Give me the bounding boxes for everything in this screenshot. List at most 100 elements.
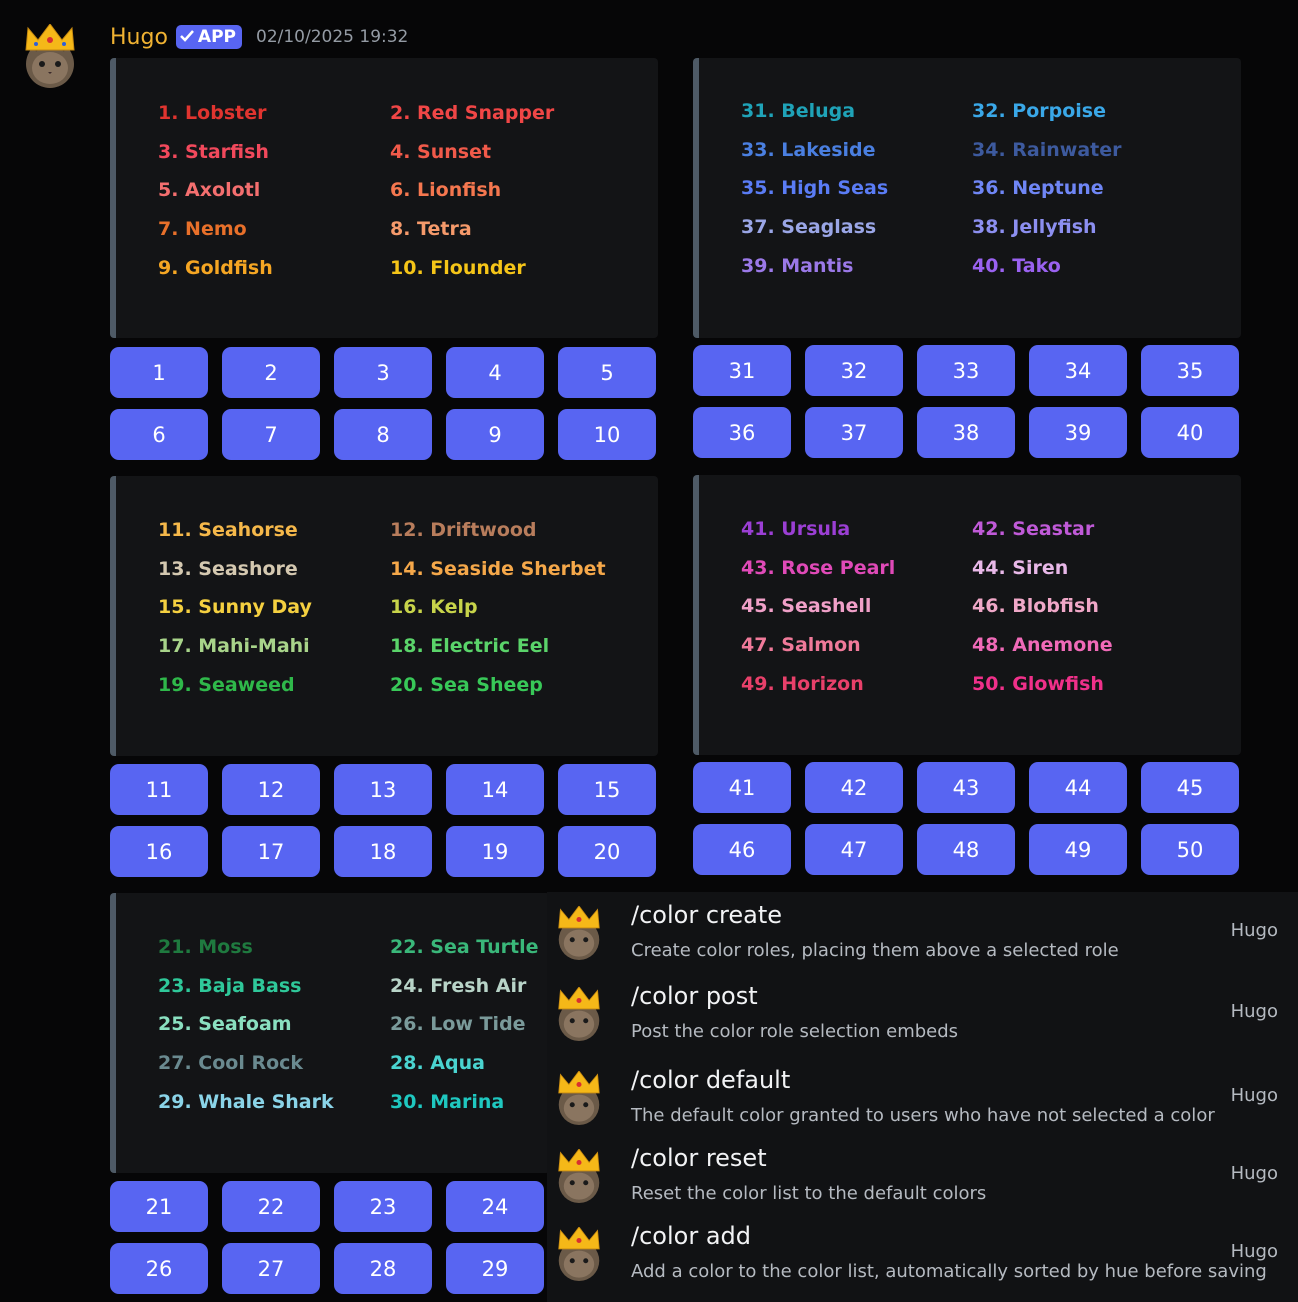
color-select-button[interactable]: 28 <box>334 1243 432 1294</box>
color-list-item: 44. Siren <box>972 556 1069 579</box>
color-select-button[interactable]: 43 <box>917 762 1015 813</box>
color-select-button[interactable]: 50 <box>1141 824 1239 875</box>
color-list-item: 6. Lionfish <box>390 179 502 202</box>
color-list-item: 45. Seashell <box>741 595 872 618</box>
color-select-button[interactable]: 47 <box>805 824 903 875</box>
color-select-button[interactable]: 34 <box>1029 345 1127 396</box>
color-select-button[interactable]: 6 <box>110 409 208 460</box>
color-list-item: 47. Salmon <box>741 634 861 657</box>
command-name: /color post <box>631 982 758 1010</box>
color-select-button[interactable]: 4 <box>446 347 544 398</box>
color-select-button[interactable]: 33 <box>917 345 1015 396</box>
color-select-button[interactable]: 17 <box>222 826 320 877</box>
color-list-item: 12. Driftwood <box>390 519 537 541</box>
color-select-button[interactable]: 44 <box>1029 762 1127 813</box>
color-list-item: 23. Baja Bass <box>158 974 302 997</box>
color-list-item: 38. Jellyfish <box>972 216 1097 239</box>
command-bot-name: Hugo <box>1230 1001 1278 1022</box>
color-select-button[interactable]: 10 <box>558 409 656 460</box>
command-bot-name: Hugo <box>1230 920 1278 941</box>
color-embed: 41. Ursula 42. Seastar 43. Rose Pearl 44. S… <box>693 475 1241 755</box>
color-list-item: 32. Porpoise <box>972 100 1106 122</box>
color-select-button[interactable]: 48 <box>917 824 1015 875</box>
color-list-item: 48. Anemone <box>972 634 1113 657</box>
command-description: Add a color to the color list, automatic… <box>631 1261 1267 1282</box>
color-select-button[interactable]: 2 <box>222 347 320 398</box>
color-select-button[interactable]: 14 <box>446 764 544 815</box>
command-option[interactable]: /color post Post the color role selectio… <box>547 973 1298 1053</box>
color-embed: 21. Moss 22. Sea Turtle 23. Baja Bass 24. F… <box>110 893 550 1173</box>
color-select-button[interactable]: 41 <box>693 762 791 813</box>
color-list-item: 8. Tetra <box>390 218 472 241</box>
command-option[interactable]: /color create Create color roles, placin… <box>547 892 1298 972</box>
color-select-button[interactable]: 19 <box>446 826 544 877</box>
color-list-item: 1. Lobster <box>158 102 267 124</box>
color-select-button[interactable]: 35 <box>1141 345 1239 396</box>
color-select-button[interactable]: 29 <box>446 1243 544 1294</box>
color-list-item: 9. Goldfish <box>158 256 273 279</box>
color-select-button[interactable]: 3 <box>334 347 432 398</box>
color-list-item: 37. Seaglass <box>741 216 877 239</box>
color-list-item: 7. Nemo <box>158 218 247 241</box>
command-description: Post the color role selection embeds <box>631 1021 959 1042</box>
color-select-button[interactable]: 7 <box>222 409 320 460</box>
color-select-button[interactable]: 42 <box>805 762 903 813</box>
color-select-button[interactable]: 12 <box>222 764 320 815</box>
command-bot-name: Hugo <box>1230 1163 1278 1184</box>
color-select-button[interactable]: 11 <box>110 764 208 815</box>
command-option[interactable]: /color default The default color granted… <box>547 1057 1298 1137</box>
app-badge-label: APP <box>197 27 236 47</box>
color-list-item: 50. Glowfish <box>972 672 1104 695</box>
command-autocomplete-popup: /color create Create color roles, placin… <box>547 892 1298 1302</box>
color-list-item: 33. Lakeside <box>741 138 876 161</box>
color-embed: 31. Beluga 32. Porpoise 33. Lakeside 34. Ra… <box>693 58 1241 338</box>
command-option[interactable]: /color reset Reset the color list to the… <box>547 1135 1298 1215</box>
color-select-button[interactable]: 20 <box>558 826 656 877</box>
color-select-button[interactable]: 32 <box>805 345 903 396</box>
command-name: /color reset <box>631 1144 767 1172</box>
color-select-button[interactable]: 39 <box>1029 407 1127 458</box>
color-select-button[interactable]: 27 <box>222 1243 320 1294</box>
color-select-button[interactable]: 5 <box>558 347 656 398</box>
color-select-button[interactable]: 49 <box>1029 824 1127 875</box>
color-select-button[interactable]: 1 <box>110 347 208 398</box>
color-list-item: 43. Rose Pearl <box>741 556 896 579</box>
color-select-button[interactable]: 13 <box>334 764 432 815</box>
color-select-button[interactable]: 40 <box>1141 407 1239 458</box>
command-name: /color create <box>631 901 782 929</box>
color-list-item: 5. Axolotl <box>158 179 261 202</box>
color-select-button[interactable]: 26 <box>110 1243 208 1294</box>
color-select-button[interactable]: 8 <box>334 409 432 460</box>
message-timestamp: 02/10/2025 19:32 <box>256 27 409 47</box>
color-select-button[interactable]: 23 <box>334 1181 432 1232</box>
crowned-cat-avatar-icon <box>555 1148 603 1203</box>
color-list-item: 4. Sunset <box>390 140 492 163</box>
color-select-button[interactable]: 18 <box>334 826 432 877</box>
color-select-button[interactable]: 21 <box>110 1181 208 1232</box>
color-select-button[interactable]: 36 <box>693 407 791 458</box>
color-select-button[interactable]: 37 <box>805 407 903 458</box>
color-list-item: 41. Ursula <box>741 518 851 540</box>
command-option[interactable]: /color add Add a color to the color list… <box>547 1213 1298 1293</box>
color-list-item: 18. Electric Eel <box>390 635 550 658</box>
author-avatar[interactable] <box>22 23 78 88</box>
command-bot-name: Hugo <box>1230 1085 1278 1106</box>
color-list-item: 24. Fresh Air <box>390 974 527 997</box>
color-select-button[interactable]: 45 <box>1141 762 1239 813</box>
message-header: Hugo APP 02/10/2025 19:32 <box>110 20 408 54</box>
color-select-button[interactable]: 46 <box>693 824 791 875</box>
color-list-item: 11. Seahorse <box>158 519 298 541</box>
color-list-item: 39. Mantis <box>741 254 854 277</box>
color-select-button[interactable]: 15 <box>558 764 656 815</box>
command-description: The default color granted to users who h… <box>631 1105 1215 1126</box>
color-select-button[interactable]: 24 <box>446 1181 544 1232</box>
color-select-button[interactable]: 9 <box>446 409 544 460</box>
color-select-button[interactable]: 31 <box>693 345 791 396</box>
color-select-button[interactable]: 38 <box>917 407 1015 458</box>
color-select-button[interactable]: 22 <box>222 1181 320 1232</box>
color-select-button[interactable]: 16 <box>110 826 208 877</box>
color-list-item: 30. Marina <box>390 1090 505 1113</box>
color-list-item: 27. Cool Rock <box>158 1052 304 1075</box>
author-name[interactable]: Hugo <box>110 25 168 50</box>
crowned-cat-avatar-icon <box>555 1226 603 1281</box>
